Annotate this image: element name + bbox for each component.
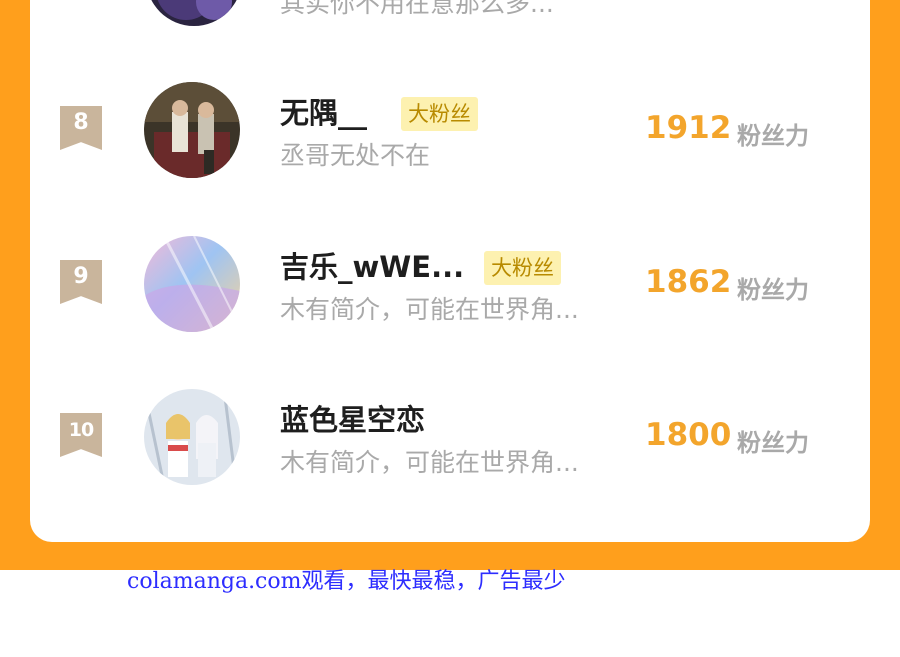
entry-bio: 木有简介，可能在世界角... [280, 295, 579, 324]
fan-level-badge: 大粉丝 [484, 251, 561, 285]
fan-power-label: 粉丝力 [737, 122, 809, 150]
entry-bio: 木有简介，可能在世界角... [280, 448, 579, 477]
entry-bio: 丞哥无处不在 [280, 141, 431, 170]
avatar[interactable] [144, 82, 240, 178]
fan-power-score: 1800 [645, 417, 732, 453]
list-item[interactable]: 8 无隅__ 大粉丝 丞哥无处不在 1912 粉丝力 [30, 70, 870, 190]
avatar[interactable] [144, 389, 240, 485]
rank-badge: 9 [60, 260, 102, 304]
rank-badge: 8 [60, 106, 102, 150]
watermark-text: colamanga.com观看，最快最稳，广告最少 [127, 569, 566, 594]
fan-level-badge: 大粉丝 [401, 97, 478, 131]
rank-badge: 10 [60, 413, 102, 457]
list-item[interactable]: 9 吉乐_wWE... 大粉丝 木有简介，可能在世界角... 1862 粉丝力 [30, 224, 870, 344]
entry-bio: 其实你不用在意那么多... [280, 0, 554, 18]
list-item[interactable]: 10 蓝色星空恋 木有简介，可能在世界角... 1800 粉丝力 [30, 377, 870, 497]
username[interactable]: 吉乐_wWE... [280, 244, 464, 286]
avatar[interactable] [144, 236, 240, 332]
fan-power-score: 1862 [645, 264, 732, 300]
fan-power-score: 1912 [645, 110, 732, 146]
username[interactable]: 无隅__ [280, 90, 367, 132]
fan-power-label: 粉丝力 [737, 429, 809, 457]
fan-power-label: 粉丝力 [737, 276, 809, 304]
username[interactable]: 蓝色星空恋 [280, 397, 425, 439]
